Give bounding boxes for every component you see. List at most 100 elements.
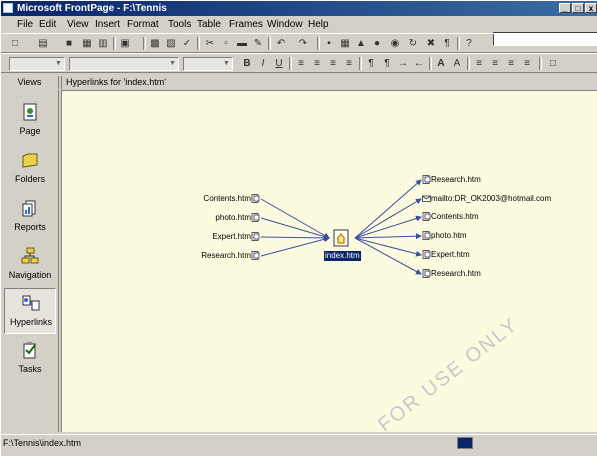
decrease-font-icon[interactable]: A bbox=[451, 58, 463, 69]
justify-icon[interactable]: ≡ bbox=[343, 58, 355, 69]
menu-view[interactable]: View bbox=[67, 18, 89, 31]
outgoing-link-label: mailto:DR_OK2003@hotmail.com bbox=[431, 194, 552, 203]
numbering-icon[interactable]: ≡ bbox=[473, 58, 485, 69]
underline-icon[interactable]: U bbox=[273, 58, 285, 69]
toolbar-separator bbox=[457, 37, 460, 50]
borders-icon[interactable]: □ bbox=[547, 58, 559, 69]
menu-edit[interactable]: Edit bbox=[39, 18, 56, 31]
outgoing-page[interactable]: photo.htm bbox=[422, 231, 467, 241]
page-link-icon bbox=[251, 194, 260, 204]
open-icon[interactable]: ▤ bbox=[37, 38, 49, 49]
drawing-icon[interactable]: ● bbox=[371, 38, 383, 49]
folder-list-icon[interactable]: ▥ bbox=[97, 38, 109, 49]
redo-icon[interactable]: ↷ bbox=[297, 38, 309, 49]
decrease-indent-icon[interactable]: ← bbox=[413, 58, 425, 69]
page-icon bbox=[23, 103, 37, 121]
outgoing-link-label: Expert.htm bbox=[431, 250, 470, 259]
ltr-icon[interactable]: ¶ bbox=[365, 58, 377, 69]
show-all-icon[interactable]: ¶ bbox=[441, 38, 453, 49]
outgoing-page[interactable]: Research.htm bbox=[422, 269, 481, 279]
spelling-icon[interactable]: ✓ bbox=[181, 38, 193, 49]
increase-font-icon[interactable]: A bbox=[435, 58, 447, 69]
insert-table-icon[interactable]: ▦ bbox=[339, 38, 351, 49]
page-link-icon bbox=[422, 175, 431, 185]
bold-icon[interactable]: B bbox=[241, 58, 253, 69]
menu-insert[interactable]: Insert bbox=[95, 18, 120, 31]
incoming-page[interactable]: Expert.htm bbox=[212, 232, 260, 242]
incoming-page[interactable]: photo.htm bbox=[215, 213, 260, 223]
format-painter-icon[interactable]: ✎ bbox=[252, 38, 264, 49]
style-select[interactable]: ▼ bbox=[9, 57, 65, 71]
outgoing-link-line bbox=[354, 198, 422, 239]
chevron-down-icon: ▼ bbox=[223, 60, 230, 67]
incoming-page[interactable]: Contents.htm bbox=[203, 194, 260, 204]
view-hyperlinks-button[interactable]: Hyperlinks bbox=[4, 288, 56, 334]
incoming-link-line bbox=[260, 236, 330, 257]
hyperlinks-view[interactable]: Contents.htm photo.htm Expert.htm Research.… bbox=[61, 90, 597, 432]
bullets-icon[interactable]: ≡ bbox=[489, 58, 501, 69]
save-icon[interactable]: ■ bbox=[63, 38, 75, 49]
rtl-icon[interactable]: ¶ bbox=[381, 58, 393, 69]
page-link-icon bbox=[251, 232, 260, 242]
menu-window[interactable]: Window bbox=[267, 18, 303, 31]
toolbar-separator bbox=[539, 57, 542, 70]
minimize-button[interactable]: _ bbox=[559, 3, 571, 13]
tasks-icon bbox=[23, 342, 36, 359]
undo-icon[interactable]: ↶ bbox=[275, 38, 287, 49]
menu-file[interactable]: File bbox=[17, 18, 33, 31]
stop-icon[interactable]: ✖ bbox=[425, 38, 437, 49]
maximize-button[interactable]: □ bbox=[572, 3, 584, 13]
hyperlink-diagram bbox=[260, 179, 422, 275]
insert-picture-icon[interactable]: ▲ bbox=[355, 38, 367, 49]
formatting-toolbar: ▼ ▼ ▼ B I U ≡ ≡ ≡ ≡ ¶ ¶ → ← A A ≡ ≡ ≡ ≡ … bbox=[1, 53, 597, 73]
font-size-select[interactable]: ▼ bbox=[183, 57, 233, 71]
web-component-icon[interactable]: ▣ bbox=[119, 38, 131, 49]
font-select[interactable]: ▼ bbox=[69, 57, 179, 71]
close-button[interactable]: x bbox=[585, 3, 597, 13]
increase-indent-icon[interactable]: → bbox=[397, 58, 409, 69]
indent-icon[interactable]: ≡ bbox=[521, 58, 533, 69]
menu-tools[interactable]: Tools bbox=[168, 18, 191, 31]
italic-icon[interactable]: I bbox=[257, 58, 269, 69]
mail-icon bbox=[422, 194, 431, 203]
outgoing-mail-link[interactable]: mailto:DR_OK2003@hotmail.com bbox=[422, 194, 551, 204]
refresh-icon[interactable]: ↻ bbox=[407, 38, 419, 49]
toolbar-separator bbox=[197, 37, 200, 50]
view-navigation-button[interactable]: Navigation bbox=[4, 242, 56, 288]
preview-icon[interactable]: ▨ bbox=[165, 38, 177, 49]
center-page-label[interactable]: index.htm bbox=[324, 251, 361, 261]
hyperlink-icon[interactable]: ◉ bbox=[389, 38, 401, 49]
insert-component-icon[interactable]: ▪ bbox=[323, 38, 335, 49]
menu-help[interactable]: Help bbox=[308, 18, 329, 31]
view-folders-button[interactable]: Folders bbox=[4, 146, 56, 192]
view-tasks-button[interactable]: Tasks bbox=[4, 336, 56, 382]
menu-table[interactable]: Table bbox=[197, 18, 221, 31]
align-right-icon[interactable]: ≡ bbox=[327, 58, 339, 69]
toolbar-separator bbox=[289, 57, 292, 70]
outgoing-link-line bbox=[354, 233, 422, 240]
chevron-down-icon: ▼ bbox=[55, 60, 62, 67]
copy-icon[interactable]: ▫ bbox=[220, 38, 232, 49]
paste-icon[interactable]: ▬ bbox=[236, 38, 248, 49]
print-icon[interactable]: ▩ bbox=[149, 38, 161, 49]
menu-format[interactable]: Format bbox=[127, 18, 159, 31]
cut-icon[interactable]: ✂ bbox=[204, 38, 216, 49]
incoming-page-label: Research.htm bbox=[201, 251, 251, 260]
publish-icon[interactable]: ▦ bbox=[81, 38, 93, 49]
help-icon[interactable]: ? bbox=[463, 38, 475, 49]
align-left-icon[interactable]: ≡ bbox=[295, 58, 307, 69]
outgoing-page[interactable]: Contents.htm bbox=[422, 212, 479, 222]
align-center-icon[interactable]: ≡ bbox=[311, 58, 323, 69]
view-page-label: Page bbox=[19, 126, 41, 136]
menu-frames[interactable]: Frames bbox=[229, 18, 263, 31]
page-link-icon bbox=[251, 213, 260, 223]
title-bar[interactable]: Microsoft FrontPage - F:\Tennis _ □ x bbox=[1, 1, 597, 16]
incoming-page[interactable]: Research.htm bbox=[201, 251, 260, 261]
outdent-icon[interactable]: ≡ bbox=[505, 58, 517, 69]
outgoing-page[interactable]: Research.htm bbox=[422, 175, 481, 185]
view-page-button[interactable]: Page bbox=[4, 98, 56, 144]
outgoing-page[interactable]: Expert.htm bbox=[422, 250, 470, 260]
view-reports-button[interactable]: Reports bbox=[4, 194, 56, 240]
home-page-icon[interactable] bbox=[333, 229, 349, 247]
new-page-icon[interactable]: □ bbox=[9, 38, 21, 49]
